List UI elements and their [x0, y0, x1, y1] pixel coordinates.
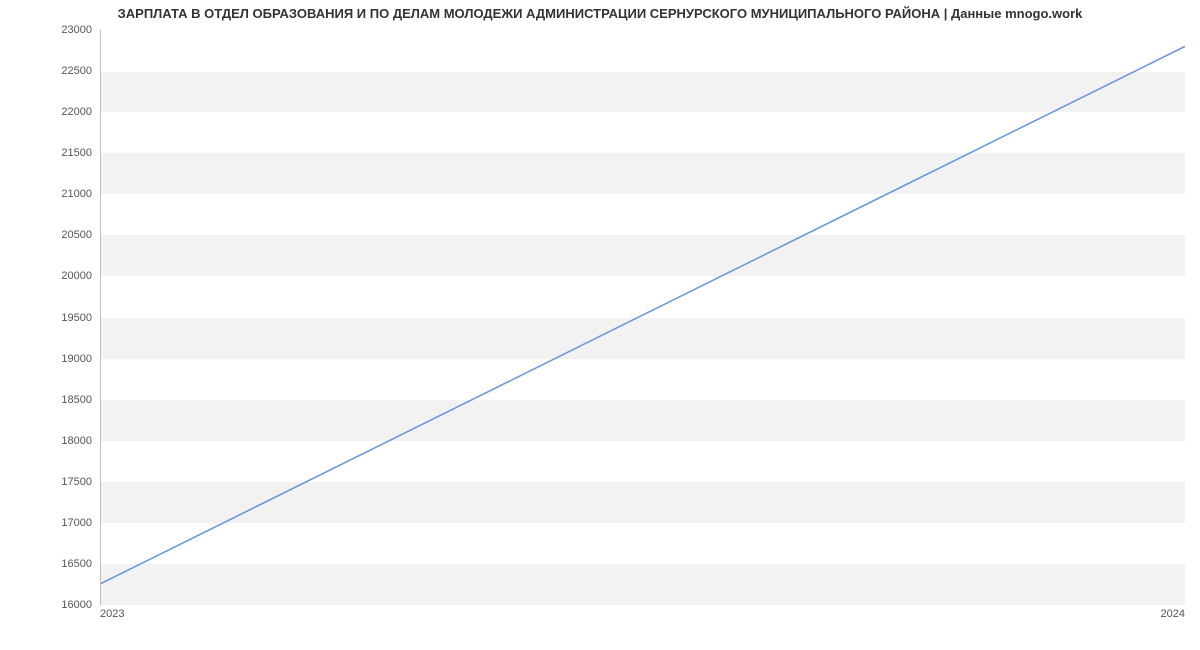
y-tick-label: 17000: [61, 517, 92, 529]
y-tick-label: 20000: [61, 270, 92, 282]
x-tick-label: 2023: [100, 608, 124, 620]
y-tick-label: 21000: [61, 188, 92, 200]
y-tick-label: 16000: [61, 599, 92, 611]
y-tick-label: 23000: [61, 24, 92, 36]
data-line: [101, 30, 1185, 604]
y-tick-label: 16500: [61, 558, 92, 570]
y-tick-label: 18000: [61, 435, 92, 447]
y-tick-label: 17500: [61, 476, 92, 488]
y-tick-label: 19500: [61, 312, 92, 324]
chart-title: ЗАРПЛАТА В ОТДЕЛ ОБРАЗОВАНИЯ И ПО ДЕЛАМ …: [0, 6, 1200, 21]
y-tick-label: 22000: [61, 106, 92, 118]
plot-area: [100, 30, 1185, 605]
y-tick-label: 18500: [61, 394, 92, 406]
y-tick-label: 20500: [61, 229, 92, 241]
line-chart: ЗАРПЛАТА В ОТДЕЛ ОБРАЗОВАНИЯ И ПО ДЕЛАМ …: [0, 0, 1200, 650]
x-tick-label: 2024: [1161, 608, 1185, 620]
y-tick-label: 22500: [61, 65, 92, 77]
y-tick-label: 19000: [61, 353, 92, 365]
y-tick-label: 21500: [61, 147, 92, 159]
grid-line: [101, 605, 1185, 606]
